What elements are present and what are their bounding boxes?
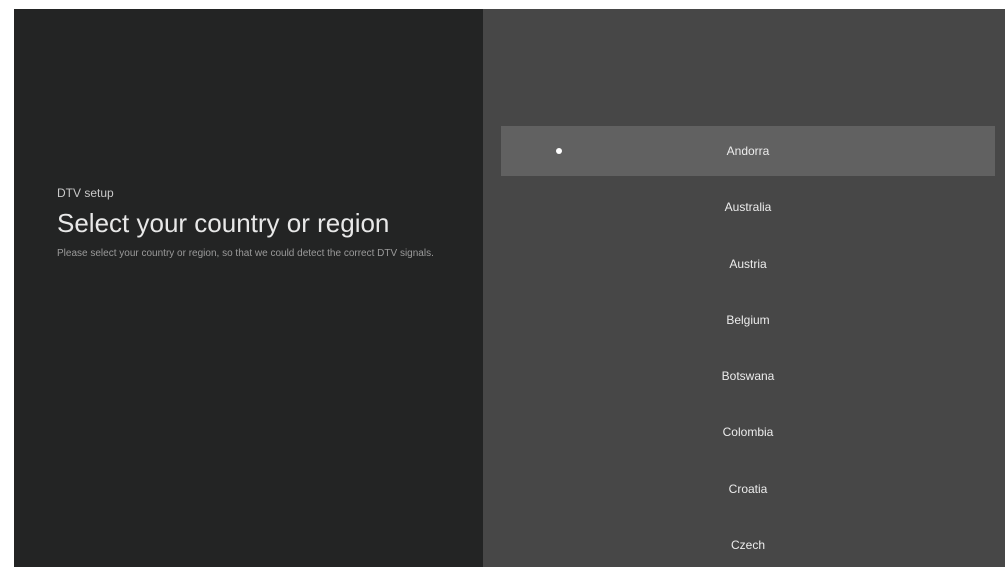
page-description: Please select your country or region, so… [57,248,434,259]
info-panel: DTV setup Select your country or region … [14,9,483,567]
country-label: Australia [724,200,772,215]
country-label: Colombia [722,425,774,440]
country-label: Botswana [721,369,775,384]
page-title: Select your country or region [57,208,390,238]
country-item-australia[interactable]: Australia [501,182,995,232]
section-label: DTV setup [57,186,114,200]
country-panel: Andorra Australia Austria Belgium Botswa… [483,9,1005,567]
country-label: Belgium [726,312,770,327]
country-label: Austria [729,256,767,271]
country-item-belgium[interactable]: Belgium [501,295,995,345]
country-item-colombia[interactable]: Colombia [501,407,995,457]
intro-block: DTV setup Select your country or region … [57,185,457,262]
country-item-andorra[interactable]: Andorra [501,126,995,176]
tv-screen: DTV setup Select your country or region … [14,9,1005,567]
country-item-botswana[interactable]: Botswana [501,351,995,401]
country-label: Croatia [728,481,768,496]
country-item-czech[interactable]: Czech [501,520,995,567]
country-label: Czech [730,538,765,553]
country-list: Andorra Australia Austria Belgium Botswa… [501,126,995,567]
country-label: Andorra [726,144,770,158]
country-item-croatia[interactable]: Croatia [501,464,995,514]
country-item-austria[interactable]: Austria [501,239,995,289]
selected-dot-icon [556,148,562,154]
